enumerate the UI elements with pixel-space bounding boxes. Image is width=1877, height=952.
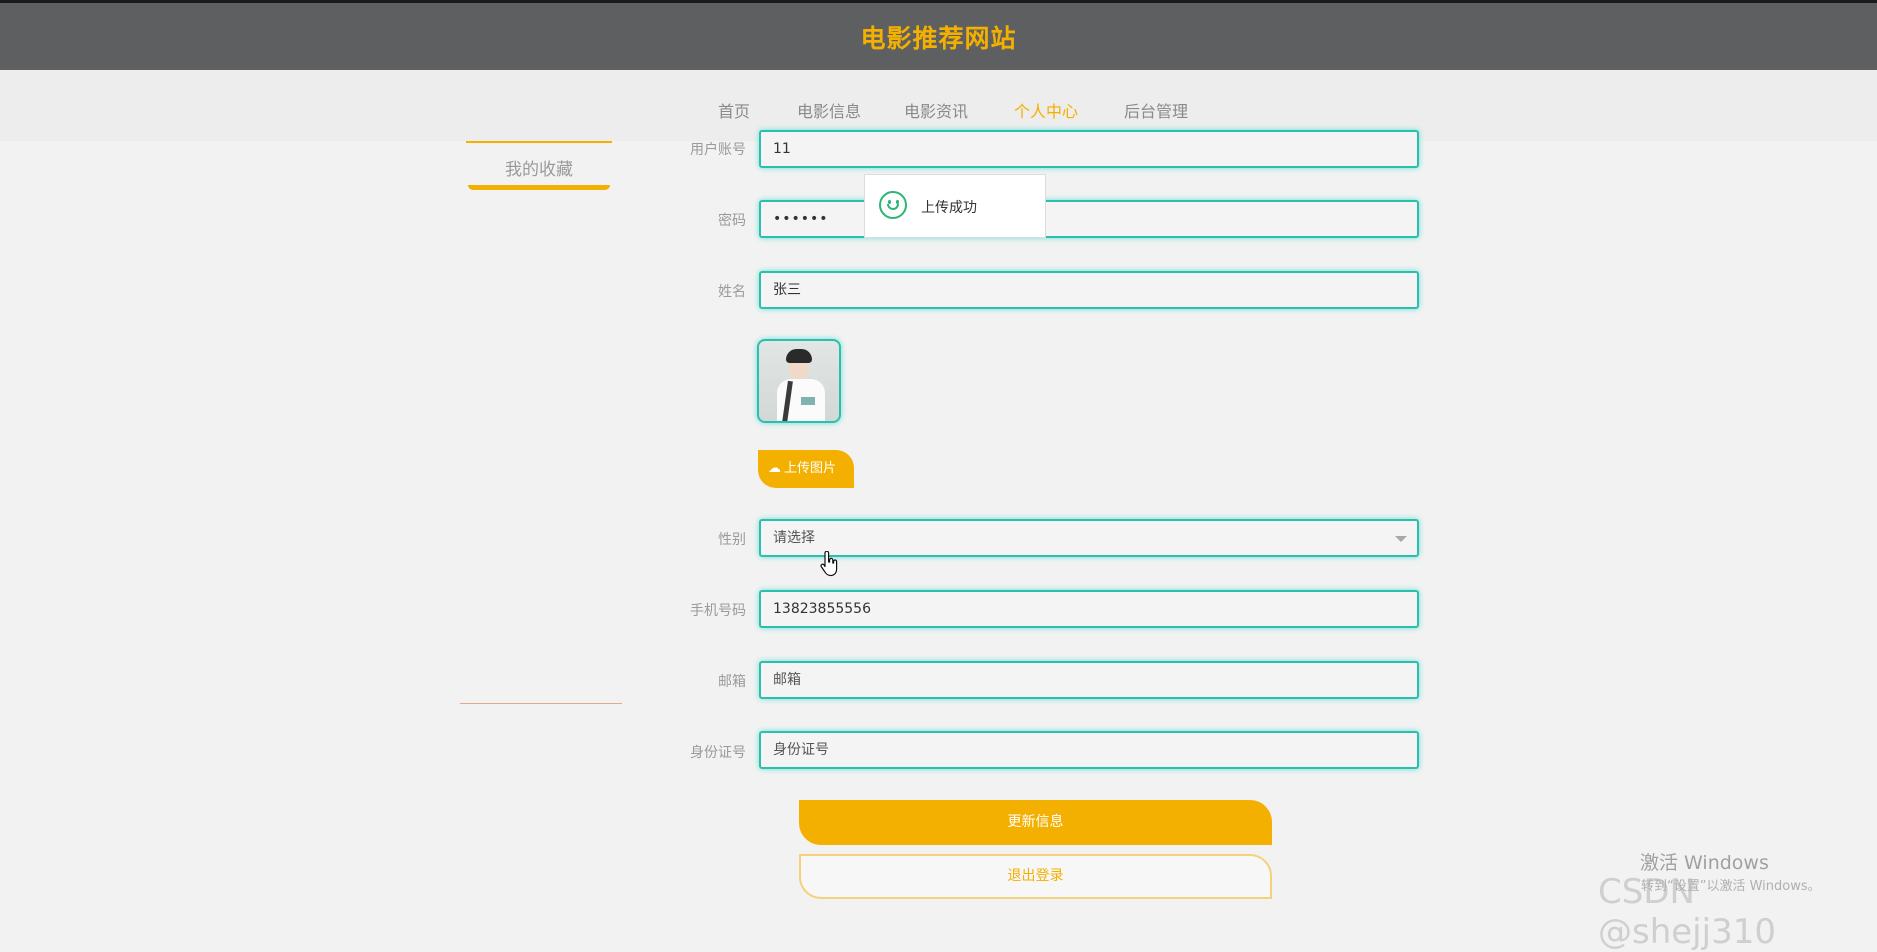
sidebar-item-favorites[interactable]: 我的收藏	[466, 141, 612, 191]
avatar-preview	[757, 339, 841, 423]
windows-activation-hint: 转到“设置”以激活 Windows。	[1641, 879, 1821, 894]
nav-movie-info[interactable]: 电影信息	[797, 98, 861, 122]
nav-home[interactable]: 首页	[718, 98, 750, 122]
password-label: 密码	[718, 213, 746, 229]
windows-activation-title: 激活 Windows	[1640, 852, 1769, 874]
sidebar-divider	[460, 703, 622, 704]
sidebar-top-line	[466, 141, 612, 143]
name-input[interactable]: 张三	[759, 271, 1419, 309]
id-card-label: 身份证号	[690, 745, 746, 761]
phone-input[interactable]: 13823855556	[759, 590, 1419, 628]
site-title: 电影推荐网站	[860, 24, 1017, 53]
nav-personal-center[interactable]: 个人中心	[1014, 98, 1078, 122]
smile-icon	[879, 191, 907, 219]
cloud-upload-icon: ☁	[768, 461, 781, 476]
avatar-photo-print	[801, 397, 815, 405]
account-label: 用户账号	[690, 142, 746, 158]
toast-message: 上传成功	[921, 200, 977, 216]
email-input[interactable]: 邮箱	[759, 661, 1419, 699]
chevron-down-icon	[1395, 536, 1407, 542]
gender-select[interactable]: 请选择	[759, 519, 1419, 557]
upload-success-toast: 上传成功	[864, 174, 1046, 238]
id-card-input[interactable]: 身份证号	[759, 731, 1419, 769]
gender-select-value: 请选择	[773, 530, 815, 546]
upload-button-label: 上传图片	[784, 461, 837, 476]
update-info-button[interactable]: 更新信息	[799, 800, 1272, 845]
logout-button[interactable]: 退出登录	[799, 854, 1272, 899]
smile-icon-mouth	[887, 204, 899, 210]
gender-label: 性别	[718, 532, 746, 548]
email-label: 邮箱	[718, 674, 746, 690]
top-header: 电影推荐网站	[0, 0, 1877, 70]
sidebar-active-underline	[468, 185, 610, 190]
nav-movie-news[interactable]: 电影资讯	[904, 98, 968, 122]
sidebar-item-label: 我的收藏	[505, 160, 573, 180]
phone-label: 手机号码	[690, 603, 746, 619]
nav-admin[interactable]: 后台管理	[1124, 98, 1188, 122]
upload-image-button[interactable]: ☁ 上传图片	[758, 450, 854, 488]
avatar-photo-hair	[786, 349, 812, 363]
account-input[interactable]: 11	[759, 130, 1419, 168]
password-input[interactable]: ••••••	[759, 200, 1419, 238]
hand-cursor-icon	[820, 551, 838, 577]
name-label: 姓名	[718, 284, 746, 300]
